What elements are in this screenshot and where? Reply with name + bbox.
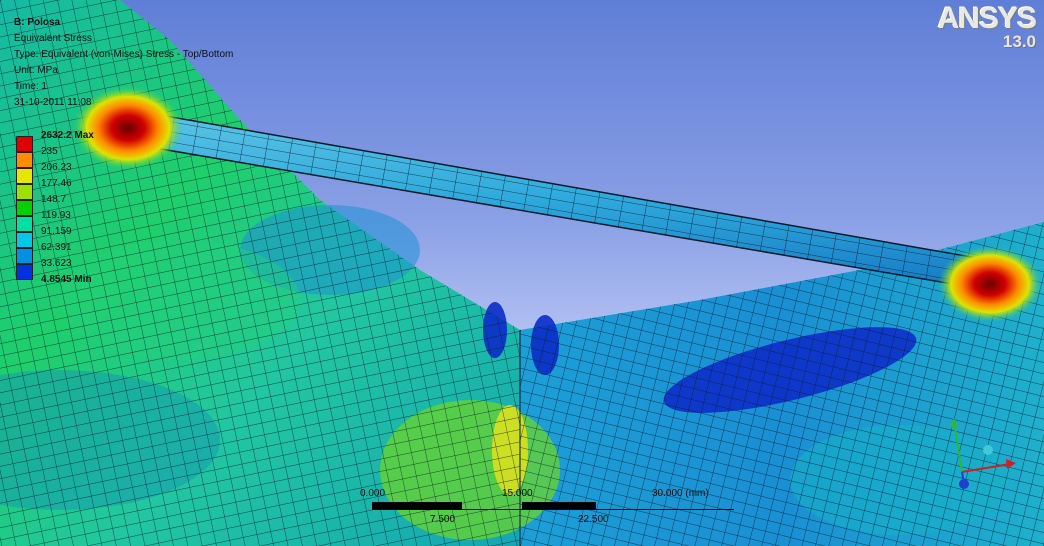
legend-label-min: 4.8545 Min — [41, 274, 92, 285]
legend-swatch — [16, 152, 33, 168]
legend-label: 206.23 — [41, 162, 72, 173]
legend-swatch — [16, 184, 33, 200]
legend-label: 119.93 — [41, 210, 71, 221]
result-time: Time: 1 — [14, 81, 47, 92]
x-axis-arrow — [1006, 459, 1016, 469]
legend-label: 91.159 — [41, 226, 72, 237]
result-date: 31-10-2011 11:08 — [14, 97, 92, 108]
legend-label: 148.7 — [41, 194, 67, 205]
legend-swatch — [16, 264, 33, 280]
legend-label: 177.46 — [41, 178, 72, 189]
result-unit: Unit: MPa — [14, 65, 58, 76]
y-axis-icon — [953, 421, 963, 473]
legend-swatch — [16, 216, 33, 232]
legend-swatch — [16, 200, 33, 216]
scale-label: 7.500 — [430, 514, 456, 525]
iso-ball-icon — [983, 445, 993, 455]
result-name: Equivalent Stress — [14, 33, 92, 44]
legend-label-max: 2632.2 Max — [41, 130, 94, 141]
legend-label: 62.391 — [41, 242, 72, 253]
legend-swatch — [16, 232, 33, 248]
legend-label: 33.623 — [41, 258, 72, 269]
scale-bar: 0.000 15.000 30.000 (mm) 7.500 22.500 — [360, 488, 740, 528]
legend-swatch — [16, 136, 33, 152]
model-title: B: Polosa — [14, 17, 61, 28]
result-info-panel: B: Polosa Equivalent Stress Type: Equiva… — [14, 15, 233, 111]
y-axis-arrow — [950, 418, 958, 428]
z-axis-dot — [959, 479, 969, 489]
legend-label: 235 — [41, 146, 58, 157]
legend-swatch — [16, 248, 33, 264]
scale-label: 22.500 — [578, 514, 609, 525]
result-type: Type: Equivalent (von-Mises) Stress - To… — [14, 49, 234, 60]
ansys-logo: ANSYS 13.0 — [937, 2, 1037, 52]
axis-triad[interactable] — [938, 414, 1018, 494]
scale-label: 15.000 — [502, 488, 533, 499]
graphics-viewport[interactable]: B: Polosa Equivalent Stress Type: Equiva… — [0, 0, 1044, 546]
logo-brand: ANSYS — [937, 2, 1037, 35]
x-axis-icon — [961, 463, 1011, 473]
scale-label: 0.000 — [360, 488, 386, 499]
scale-line — [372, 509, 734, 510]
scale-label: 30.000 (mm) — [652, 488, 709, 499]
legend-swatch — [16, 168, 33, 184]
